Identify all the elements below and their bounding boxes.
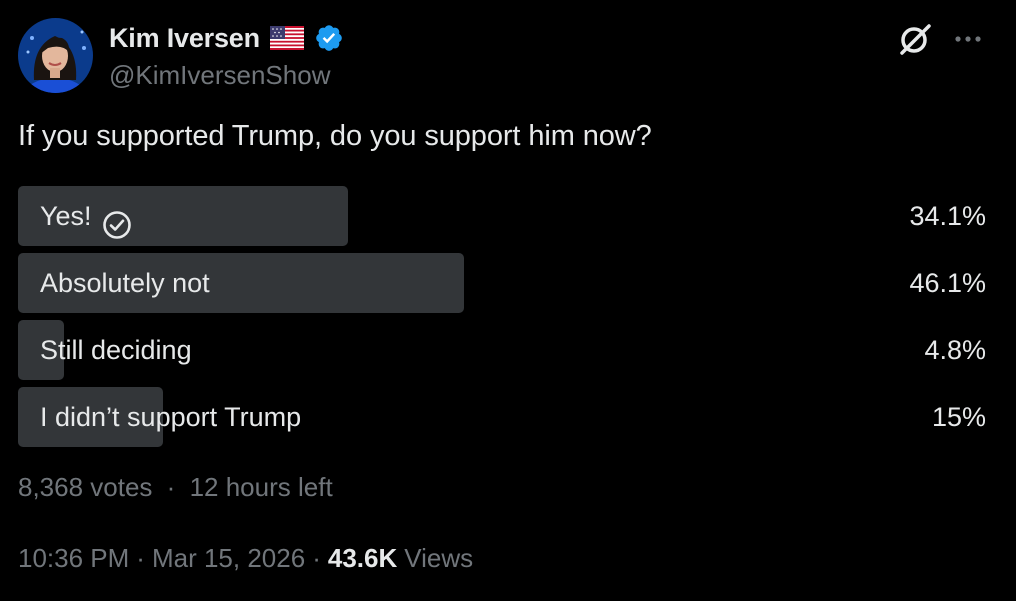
poll-votes: 8,368 votes — [18, 472, 153, 502]
poll-option-label: I didn’t support Trump — [40, 402, 302, 432]
poll-option-label-row: Still deciding — [40, 320, 192, 380]
poll-option-label: Yes! — [40, 201, 92, 231]
views-label: Views — [404, 543, 474, 573]
us-flag-icon — [269, 26, 304, 50]
verified-badge-icon[interactable] — [314, 23, 344, 53]
check-circle-icon — [102, 201, 132, 239]
views-count[interactable]: 43.6K — [328, 543, 397, 574]
poll-option[interactable]: Absolutely not 46.1% — [18, 253, 986, 313]
poll-option-percent: 15% — [931, 402, 986, 432]
tweet-time[interactable]: 10:36 PM — [18, 543, 129, 574]
poll-option-label-row: Yes! — [40, 186, 132, 246]
poll-option-label-row: Absolutely not — [40, 253, 210, 313]
tweet-meta: 10:36 PM · Mar 15, 2026 · 43.6K Views — [18, 543, 473, 574]
poll-option[interactable]: Still deciding 4.8% — [18, 320, 986, 380]
poll-option-label-row: I didn’t support Trump — [40, 387, 301, 447]
poll-option-percent: 4.8% — [924, 335, 986, 365]
poll-option-label: Still deciding — [40, 335, 192, 365]
poll-option[interactable]: Yes! 34.1% — [18, 186, 986, 246]
poll-option[interactable]: I didn’t support Trump 15% — [18, 387, 986, 447]
poll-option-percent: 46.1% — [909, 268, 986, 298]
avatar[interactable] — [18, 18, 93, 93]
grok-icon[interactable] — [896, 20, 934, 58]
author-handle[interactable]: @KimIversenShow — [109, 60, 330, 91]
poll-time-left: 12 hours left — [189, 472, 333, 502]
more-icon[interactable] — [950, 25, 986, 53]
poll: Yes! 34.1% Absolutely not 46.1% Still de… — [18, 186, 986, 454]
poll-meta: 8,368 votes · 12 hours left — [18, 472, 333, 503]
tweet-text: If you supported Trump, do you support h… — [18, 120, 652, 152]
author-display-name[interactable]: Kim Iversen — [109, 23, 260, 54]
author-name-row: Kim Iversen — [109, 20, 344, 56]
poll-option-percent: 34.1% — [909, 201, 986, 231]
meta-separator: · — [136, 543, 145, 573]
meta-separator: · — [312, 543, 321, 573]
tweet-date[interactable]: Mar 15, 2026 — [152, 543, 305, 574]
poll-meta-separator: · — [166, 472, 176, 502]
poll-option-label: Absolutely not — [40, 268, 210, 298]
